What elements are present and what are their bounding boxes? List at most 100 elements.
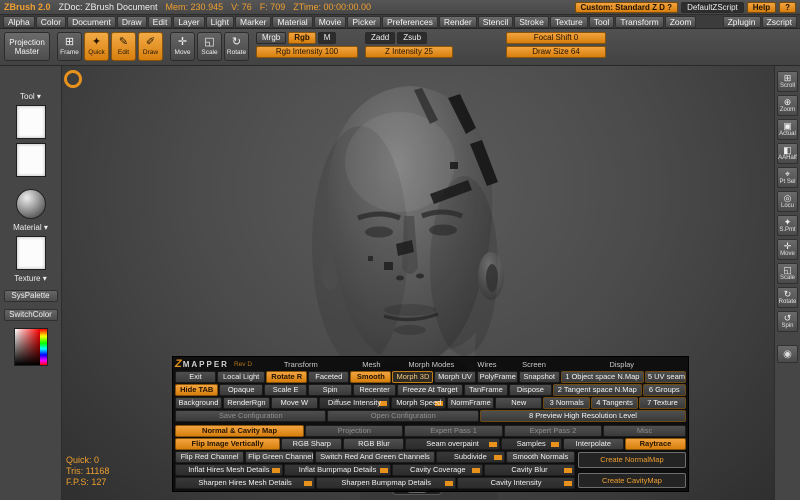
move-button[interactable]: ✛ Move xyxy=(170,32,195,61)
groups-button[interactable]: 6 Groups xyxy=(642,384,686,396)
draw-size-slider[interactable]: Draw Size 64 xyxy=(506,46,606,58)
menu-item[interactable]: Preferences xyxy=(382,15,438,28)
background-button[interactable]: Background xyxy=(175,397,222,409)
rotate-button[interactable]: ↻ Rotate xyxy=(224,32,249,61)
sharpen-hires-details-slider[interactable]: Sharpen Hires Mesh Details xyxy=(175,477,316,489)
morph-3d-button[interactable]: Morph 3D xyxy=(392,371,434,383)
focal-shift-slider[interactable]: Focal Shift 0 xyxy=(506,32,606,44)
uv-seams-button[interactable]: 5 UV seams xyxy=(644,371,686,383)
rgb-sharp-button[interactable]: RGB Sharp xyxy=(281,438,343,450)
object-space-nmap-button[interactable]: 1 Object space N.Map xyxy=(560,371,644,383)
normals-button[interactable]: 3 Normals xyxy=(543,397,591,409)
tangent-space-nmap-button[interactable]: 2 Tangent space N.Map xyxy=(553,384,642,396)
material-label[interactable]: Material ▾ xyxy=(13,223,48,232)
switch-red-green-button[interactable]: Switch Red And Green Channels xyxy=(315,451,435,463)
cavity-coverage-slider[interactable]: Cavity Coverage xyxy=(392,464,484,476)
interpolate-button[interactable]: Interpolate xyxy=(562,438,624,450)
inflat-bumpmap-details-slider[interactable]: Inflat Bumpmap Details xyxy=(283,464,392,476)
menu-item[interactable]: Alpha xyxy=(3,15,35,28)
menu-item[interactable]: Zoom xyxy=(664,15,697,28)
texture-display-button[interactable]: 7 Texture xyxy=(639,397,686,409)
syspalette-button[interactable]: SysPalette xyxy=(3,290,58,302)
menu-item[interactable]: Document xyxy=(67,15,116,28)
document-canvas[interactable]: Quick: 0 Tris: 11168 F.P.S: 127 Z MAPPER… xyxy=(62,66,774,500)
menu-item[interactable]: Draw xyxy=(116,15,147,28)
help-button[interactable]: Help xyxy=(746,1,777,13)
renderrgn-button[interactable]: RenderRgn xyxy=(222,397,270,409)
local-light-button[interactable]: Local Light xyxy=(217,371,266,383)
scale-button[interactable]: ◱ Scale xyxy=(197,32,222,61)
open-configuration-button[interactable]: Open Configuration xyxy=(327,410,479,422)
opaque-button[interactable]: Opaque xyxy=(219,384,263,396)
morph-speed-slider[interactable]: Morph Speed xyxy=(391,397,447,409)
menu-item[interactable]: Color xyxy=(35,15,67,28)
menu-item[interactable]: Zscript xyxy=(761,15,797,28)
menu-item[interactable]: Edit xyxy=(147,15,173,28)
switchcolor-button[interactable]: SwitchColor xyxy=(3,309,58,321)
preview-high-res-button[interactable]: 8 Preview High Resolution Level xyxy=(479,410,686,422)
tab-projection[interactable]: Projection xyxy=(305,425,404,437)
menu-item[interactable]: Zplugin xyxy=(722,15,761,28)
shelf-button[interactable]: ◧ AAHalf xyxy=(777,143,798,164)
tool-label[interactable]: Tool ▾ xyxy=(20,92,41,101)
tab-misc[interactable]: Misc xyxy=(603,425,687,437)
shelf-button[interactable]: ✛ Move xyxy=(777,239,798,260)
menu-item[interactable]: Transform xyxy=(615,15,664,28)
raytrace-button[interactable]: Raytrace xyxy=(624,438,687,450)
morph-uv-button[interactable]: Morph UV xyxy=(434,371,476,383)
cavity-blur-slider[interactable]: Cavity Blur xyxy=(484,464,575,476)
subdivide-slider[interactable]: Subdivide xyxy=(435,451,505,463)
snapshot-button[interactable]: Snapshot xyxy=(518,371,560,383)
shelf-button[interactable]: ⊞ Scroll xyxy=(777,71,798,92)
polyframe-button[interactable]: PolyFrame xyxy=(476,371,518,383)
new-button[interactable]: New xyxy=(495,397,543,409)
frame-button[interactable]: ⊞ Frame xyxy=(57,32,82,61)
create-normalmap-button[interactable]: Create NormalMap xyxy=(577,452,686,468)
menu-item[interactable]: Marker xyxy=(235,15,272,28)
scale-mode-button[interactable]: Scale E xyxy=(263,384,308,396)
save-configuration-button[interactable]: Save Configuration xyxy=(175,410,327,422)
quick-button[interactable]: ✦ Quick xyxy=(84,32,109,61)
menu-item[interactable]: Render xyxy=(438,15,477,28)
hide-tab-button[interactable]: Hide TAB xyxy=(175,384,219,396)
normframe-button[interactable]: NormFrame xyxy=(447,397,495,409)
faceted-button[interactable]: Faceted xyxy=(308,371,350,383)
texture-label[interactable]: Texture ▾ xyxy=(14,274,46,283)
smooth-normals-button[interactable]: Smooth Normals xyxy=(505,451,575,463)
z-intensity-slider[interactable]: Z Intensity 25 xyxy=(365,46,453,58)
menu-item[interactable]: Picker xyxy=(347,15,382,28)
spin-button[interactable]: Spin xyxy=(308,384,352,396)
shelf-button[interactable]: ▣ Actual xyxy=(777,119,798,140)
shelf-button[interactable]: ↻ Rotate xyxy=(777,287,798,308)
tool-thumbnail[interactable] xyxy=(15,105,46,139)
color-picker[interactable] xyxy=(13,328,48,366)
diffuse-intensity-slider[interactable]: Diffuse Intensity xyxy=(318,397,391,409)
edit-button[interactable]: ✎ Edit xyxy=(111,32,136,61)
camera-button[interactable]: ◉ xyxy=(777,345,798,363)
shelf-button[interactable]: ◱ Scale xyxy=(777,263,798,284)
recenter-button[interactable]: Recenter xyxy=(352,384,397,396)
sharpen-bumpmap-details-slider[interactable]: Sharpen Bumpmap Details xyxy=(316,477,457,489)
color-gradient[interactable] xyxy=(14,329,40,365)
default-zscript-button[interactable]: DefaultZScript xyxy=(681,1,744,13)
rgb-button[interactable]: Rgb xyxy=(288,32,316,44)
menu-item[interactable]: Stroke xyxy=(514,15,549,28)
inflat-hires-details-slider[interactable]: Inflat Hires Mesh Details xyxy=(175,464,283,476)
zadd-button[interactable]: Zadd xyxy=(365,32,396,44)
tab-normal-cavity-map[interactable]: Normal & Cavity Map xyxy=(175,425,305,437)
flip-green-channel-button[interactable]: Flip Green Channel xyxy=(245,451,315,463)
shelf-button[interactable]: ⊕ Zoom xyxy=(777,95,798,116)
shelf-button[interactable]: ◎ Locu xyxy=(777,191,798,212)
shelf-button[interactable]: ↺ Spin xyxy=(777,311,798,332)
move-mode-button[interactable]: Move W xyxy=(270,397,318,409)
menu-item[interactable]: Light xyxy=(205,15,235,28)
tanframe-button[interactable]: TanFrame xyxy=(464,384,508,396)
brush-thumbnail[interactable] xyxy=(15,143,46,177)
create-cavitymap-button[interactable]: Create CavityMap xyxy=(577,472,686,488)
rgb-intensity-slider[interactable]: Rgb Intensity 100 xyxy=(256,46,358,58)
menu-item[interactable]: Texture xyxy=(549,15,588,28)
mrgb-button[interactable]: Mrgb xyxy=(256,32,287,44)
exit-button[interactable]: Exit xyxy=(175,371,217,383)
rotate-mode-button[interactable]: Rotate R xyxy=(266,371,308,383)
texture-thumbnail[interactable] xyxy=(15,236,46,270)
